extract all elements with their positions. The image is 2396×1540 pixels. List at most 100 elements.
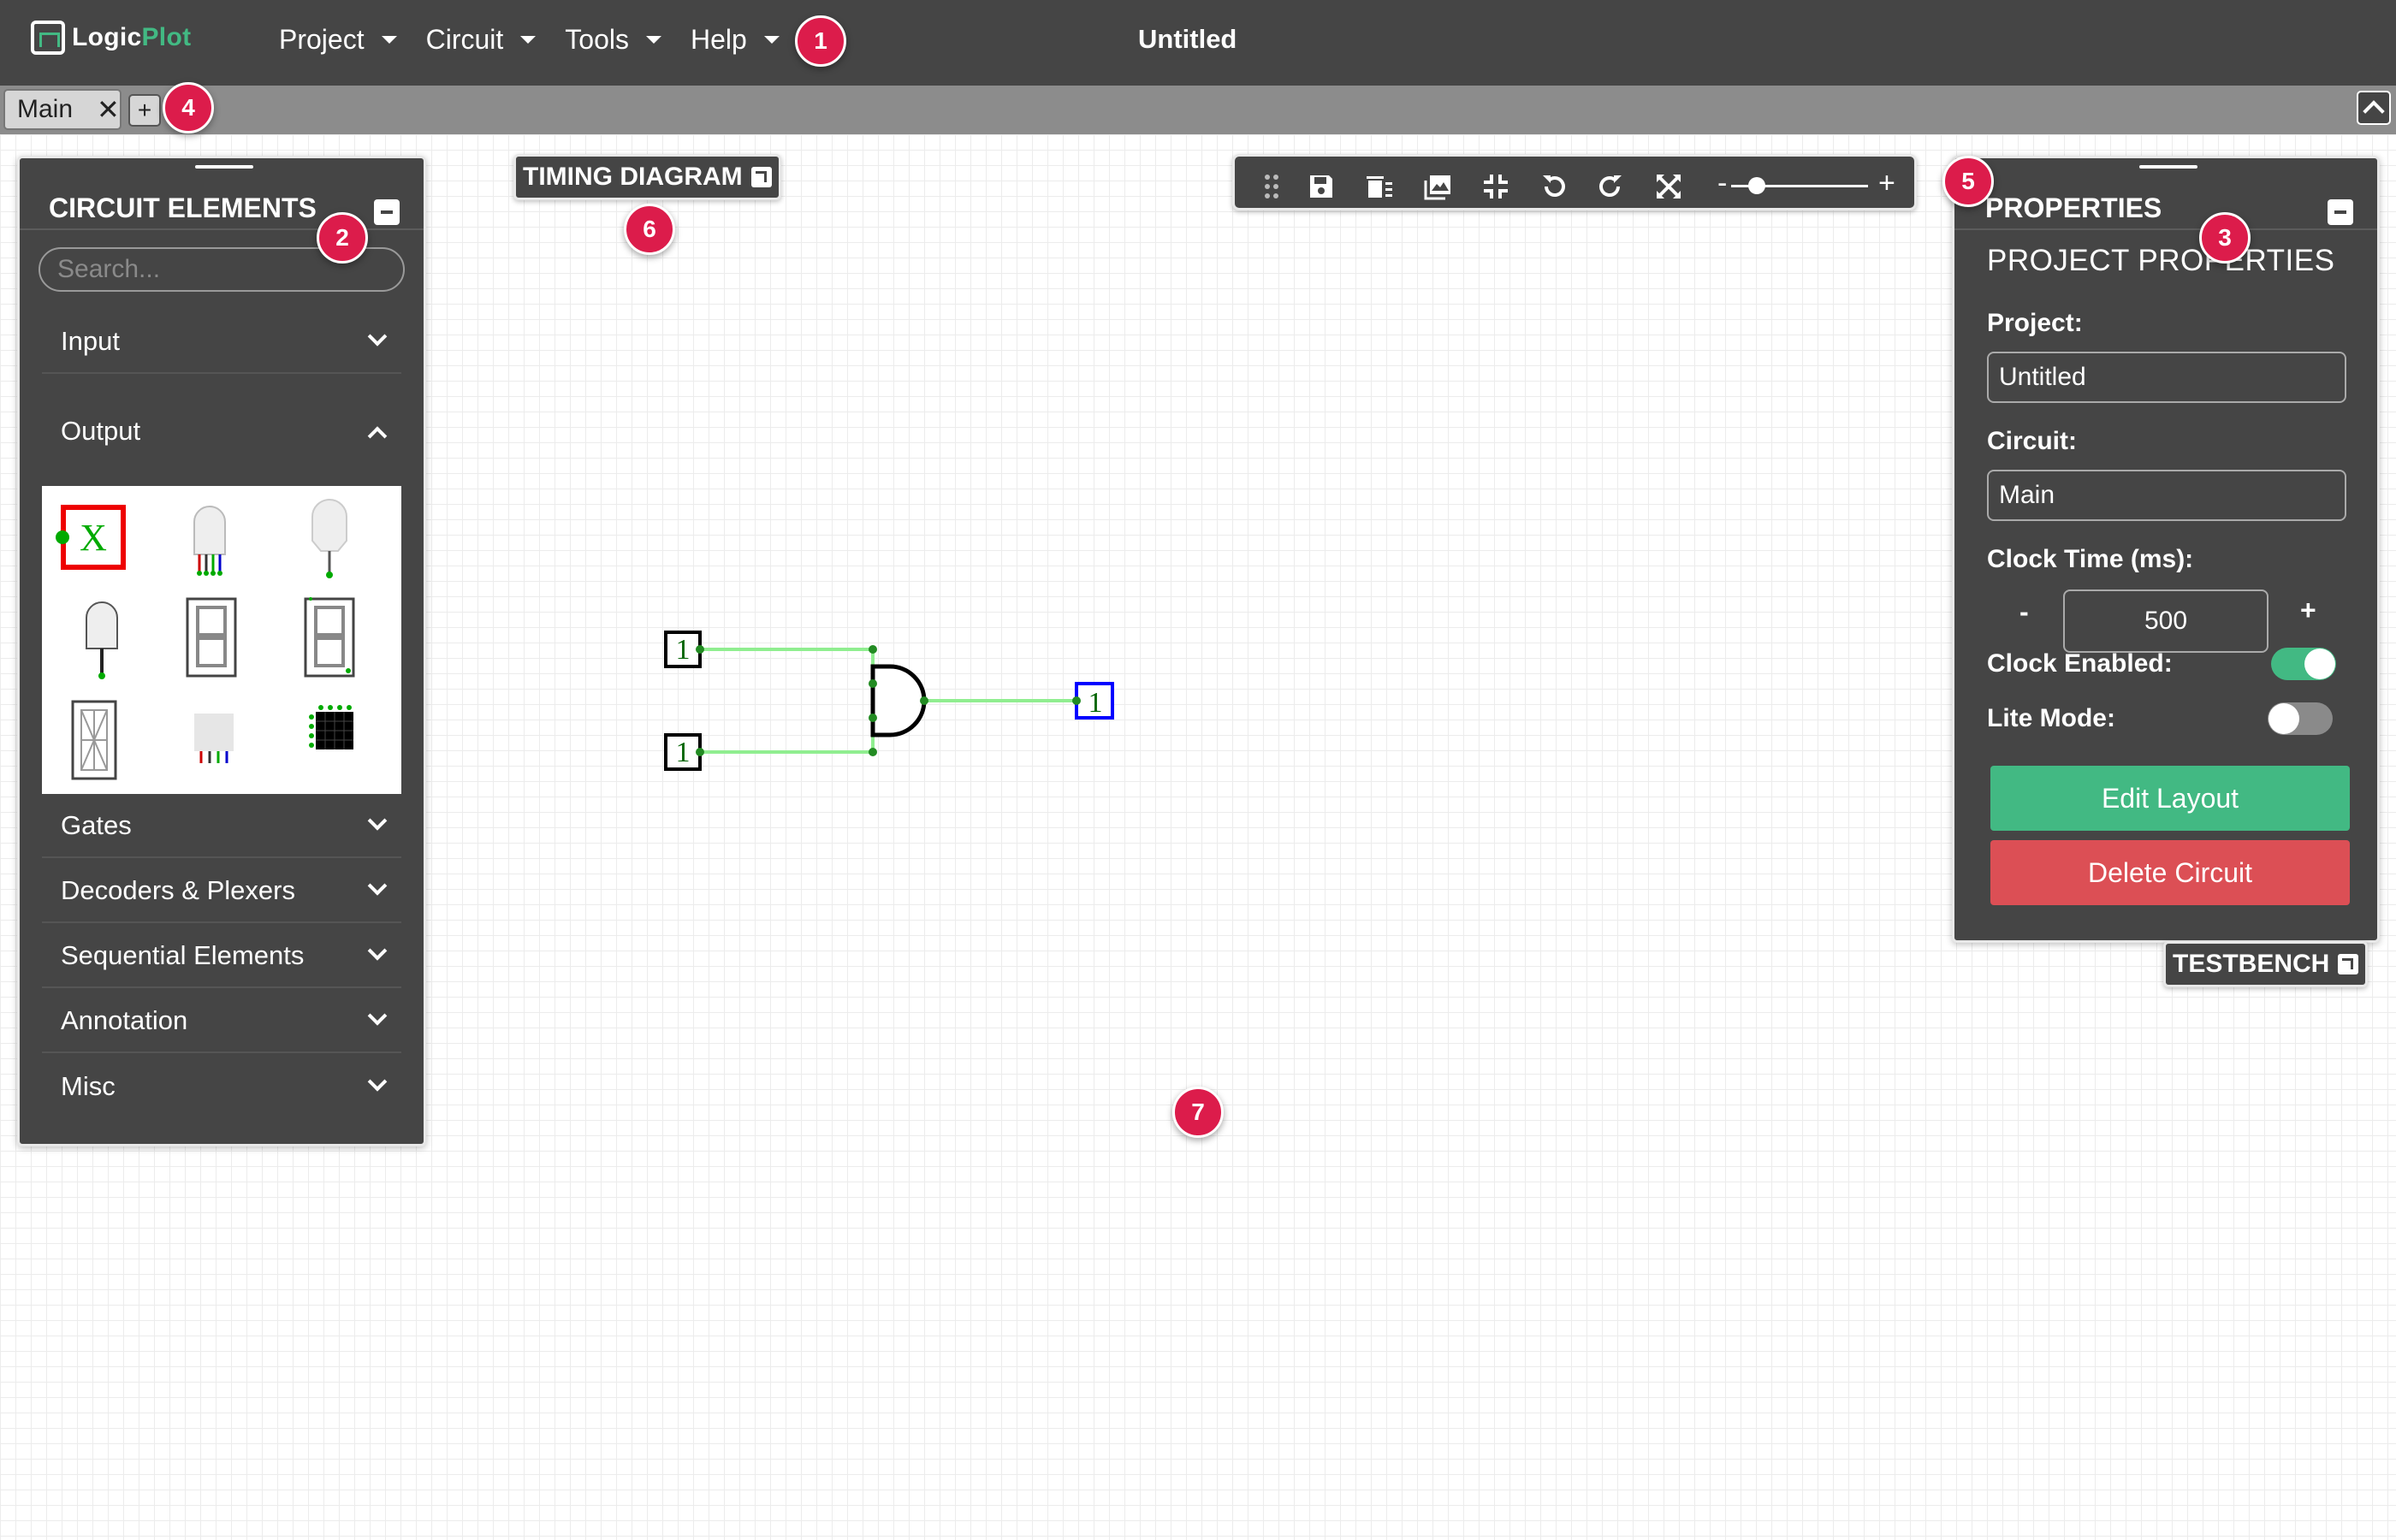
menu-project[interactable]: Project [279, 24, 397, 56]
panel-title: PROPERTIES [1985, 192, 2162, 223]
toggle-knob [2268, 703, 2299, 734]
lite-mode-label: Lite Mode: [1987, 704, 2115, 732]
and-gate[interactable] [869, 645, 928, 756]
seven-segment-dp-element[interactable] [304, 595, 359, 681]
toggle-knob [2304, 649, 2335, 679]
menu-tools[interactable]: Tools [565, 24, 661, 56]
fit-icon[interactable] [1481, 172, 1510, 201]
minimize-panel-button[interactable] [2328, 199, 2353, 225]
input-value-2: 1 [676, 737, 691, 768]
properties-panel: PROPERTIES PROJECT PROPERTIES Project: C… [1952, 156, 2380, 943]
clock-time-increment-button[interactable]: + [2300, 595, 2316, 626]
tour-badge-5[interactable]: 5 [1942, 156, 1994, 207]
testbench-button[interactable]: TESTBENCH [2163, 941, 2369, 987]
collapse-tabs-button[interactable] [2357, 91, 2391, 125]
menu-help[interactable]: Help [691, 24, 780, 56]
drag-handle-icon[interactable] [1257, 172, 1286, 201]
probe-pin [56, 530, 69, 544]
chevron-up-icon [367, 426, 388, 446]
main-menu: Project Circuit Tools Help [279, 24, 809, 56]
top-navbar: LogicPlot Project Circuit Tools Help Unt… [0, 0, 2396, 86]
zoom-in-button[interactable]: + [1878, 167, 1895, 200]
category-input[interactable]: Input [42, 311, 401, 374]
input-value-1: 1 [676, 634, 691, 666]
input-toggle-1[interactable]: 1 [664, 631, 704, 668]
rgb-led-element[interactable] [184, 503, 235, 580]
divider [1954, 228, 2377, 230]
category-decoders-plexers[interactable]: Decoders & Plexers [42, 860, 401, 923]
add-tab-button[interactable]: + [128, 94, 161, 127]
output-value: 1 [1088, 687, 1103, 719]
circuit-label: Circuit: [1987, 427, 2077, 455]
redo-icon[interactable] [1596, 172, 1625, 201]
probe-element[interactable]: X [61, 505, 126, 570]
lite-mode-toggle[interactable] [2268, 702, 2333, 735]
square-rgb-led-element[interactable] [191, 710, 239, 779]
clock-time-field[interactable] [2063, 589, 2268, 653]
edit-layout-button[interactable]: Edit Layout [1990, 766, 2350, 831]
circuit-name-field[interactable] [1987, 470, 2346, 521]
app-logo[interactable]: LogicPlot [31, 21, 191, 55]
document-title: Untitled [1138, 24, 1237, 54]
chevron-down-icon [367, 941, 388, 961]
chevron-down-icon [367, 1072, 388, 1092]
tour-badge-7[interactable]: 7 [1172, 1087, 1224, 1138]
panel-drag-handle[interactable] [2139, 165, 2197, 169]
chevron-down-icon [367, 327, 388, 346]
category-annotation[interactable]: Annotation [42, 990, 401, 1053]
undo-icon[interactable] [1539, 172, 1569, 201]
chevron-down-icon [367, 1006, 388, 1026]
caret-down-icon [520, 36, 537, 44]
zoom-out-button[interactable]: - [1717, 167, 1727, 200]
logo-icon [31, 21, 65, 55]
properties-subtitle: PROJECT PROPERTIES [1987, 244, 2335, 277]
chevron-down-icon [367, 876, 388, 896]
tour-badge-6[interactable]: 6 [624, 204, 675, 255]
rgb-led-matrix-element[interactable] [309, 705, 360, 761]
seven-segment-element[interactable] [186, 597, 240, 679]
minimize-panel-button[interactable] [374, 199, 400, 225]
close-icon[interactable]: ✕ [97, 93, 120, 126]
circuit-tab-bar: Main ✕ + [0, 86, 2396, 134]
external-link-icon [2338, 954, 2359, 974]
digital-led-element[interactable] [76, 599, 128, 684]
caret-down-icon [763, 36, 780, 44]
panel-drag-handle[interactable] [195, 165, 253, 169]
tour-badge-3[interactable]: 3 [2199, 212, 2251, 264]
tab-label: Main [17, 95, 74, 123]
menu-circuit[interactable]: Circuit [426, 24, 537, 56]
delete-icon[interactable] [1365, 172, 1394, 201]
fullscreen-icon[interactable] [1654, 172, 1683, 201]
category-output[interactable]: Output [42, 400, 401, 463]
output-elements-grid: X [42, 486, 401, 794]
logo-text: LogicPlot [72, 23, 192, 51]
save-icon[interactable] [1307, 172, 1336, 201]
sixteen-segment-element[interactable] [71, 700, 119, 782]
canvas-toolbar: - + [1232, 154, 1917, 210]
led-element[interactable] [304, 498, 355, 583]
clock-enabled-toggle[interactable] [2271, 648, 2336, 680]
tab-main[interactable]: Main ✕ [3, 89, 122, 130]
delete-circuit-button[interactable]: Delete Circuit [1990, 840, 2350, 905]
zoom-slider-thumb[interactable] [1748, 177, 1765, 194]
category-sequential-elements[interactable]: Sequential Elements [42, 925, 401, 988]
timing-diagram-button[interactable]: TIMING DIAGRAM [513, 154, 781, 200]
circuit-elements-panel: CIRCUIT ELEMENTS Input Output X [17, 156, 426, 1146]
tour-badge-1[interactable]: 1 [795, 15, 846, 67]
input-toggle-2[interactable]: 1 [664, 733, 704, 771]
image-icon[interactable] [1423, 172, 1452, 201]
project-name-field[interactable] [1987, 352, 2346, 403]
clock-time-label: Clock Time (ms): [1987, 545, 2194, 573]
caret-down-icon [645, 36, 661, 44]
category-gates[interactable]: Gates [42, 795, 401, 858]
clock-time-decrement-button[interactable]: - [2019, 596, 2029, 628]
tour-badge-2[interactable]: 2 [317, 212, 368, 264]
project-label: Project: [1987, 309, 2083, 337]
clock-enabled-label: Clock Enabled: [1987, 649, 2173, 678]
tour-badge-4[interactable]: 4 [163, 82, 214, 133]
category-misc[interactable]: Misc [42, 1055, 401, 1118]
external-link-icon [750, 167, 772, 187]
panel-title: CIRCUIT ELEMENTS [49, 192, 317, 223]
output-probe[interactable]: 1 [1072, 682, 1114, 720]
caret-down-icon [381, 36, 397, 44]
